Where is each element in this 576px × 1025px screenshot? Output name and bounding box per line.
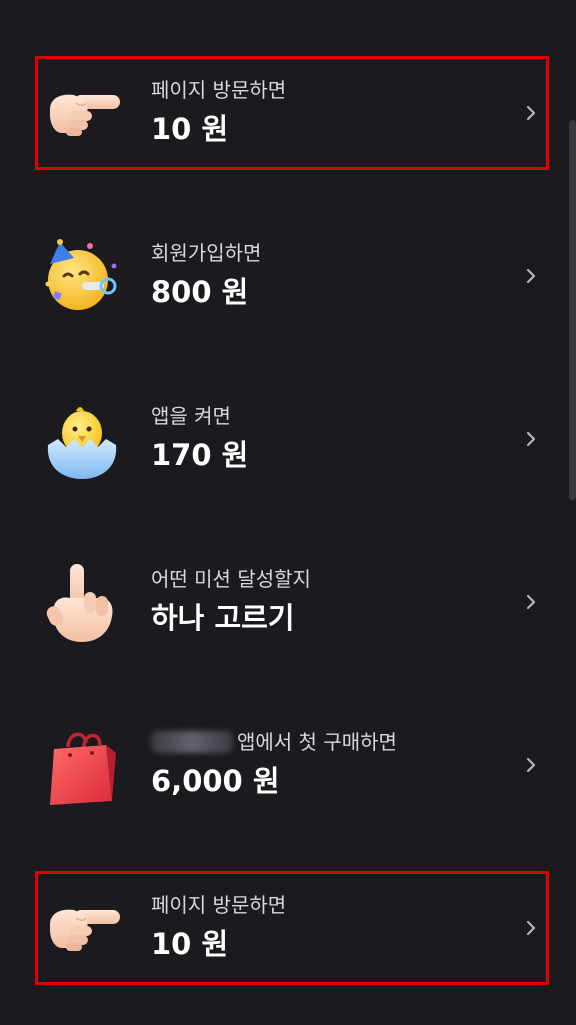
blurred-app-name	[151, 731, 233, 753]
chevron-right-icon	[522, 756, 540, 774]
mission-item-open-app[interactable]: 앱을 켜면 170 원	[0, 381, 576, 501]
mission-label: 페이지 방문하면	[151, 78, 287, 102]
mission-item-signup[interactable]: 회원가입하면 800 원	[0, 218, 576, 338]
reward-amount: 6,000 원	[151, 764, 280, 798]
chevron-right-icon	[522, 267, 540, 285]
shopping-bag-icon	[40, 725, 124, 809]
mission-label: 앱에서 첫 구매하면	[151, 729, 397, 755]
mission-label: 앱을 켜면	[151, 404, 231, 428]
scrollbar[interactable]	[569, 120, 576, 500]
mission-label: 페이지 방문하면	[151, 893, 287, 917]
mission-item-choose-mission[interactable]: 어떤 미션 달성할지 하나 고르기	[0, 544, 576, 664]
party-face-icon	[40, 236, 124, 320]
reward-amount: 10 원	[151, 112, 229, 146]
hatching-chick-icon	[40, 399, 124, 483]
mission-list: 페이지 방문하면 10 원 회원가입하면 800 원 앱을 켜면 170 원 어…	[0, 0, 576, 1025]
reward-amount: 하나 고르기	[151, 601, 295, 635]
pointing-hand-icon	[40, 888, 124, 972]
chevron-right-icon	[522, 593, 540, 611]
mission-item-first-purchase[interactable]: 앱에서 첫 구매하면 6,000 원	[0, 707, 576, 827]
chevron-right-icon	[522, 430, 540, 448]
reward-amount: 10 원	[151, 927, 229, 961]
chevron-right-icon	[522, 919, 540, 937]
pointing-hand-icon	[40, 73, 124, 157]
mission-label: 어떤 미션 달성할지	[151, 567, 311, 591]
mission-item-page-visit-2[interactable]: 페이지 방문하면 10 원	[0, 870, 576, 990]
pointing-up-hand-icon	[40, 562, 124, 646]
reward-amount: 800 원	[151, 275, 249, 309]
chevron-right-icon	[522, 104, 540, 122]
mission-item-page-visit[interactable]: 페이지 방문하면 10 원	[0, 55, 576, 175]
reward-amount: 170 원	[151, 438, 249, 472]
mission-label: 회원가입하면	[151, 241, 262, 265]
